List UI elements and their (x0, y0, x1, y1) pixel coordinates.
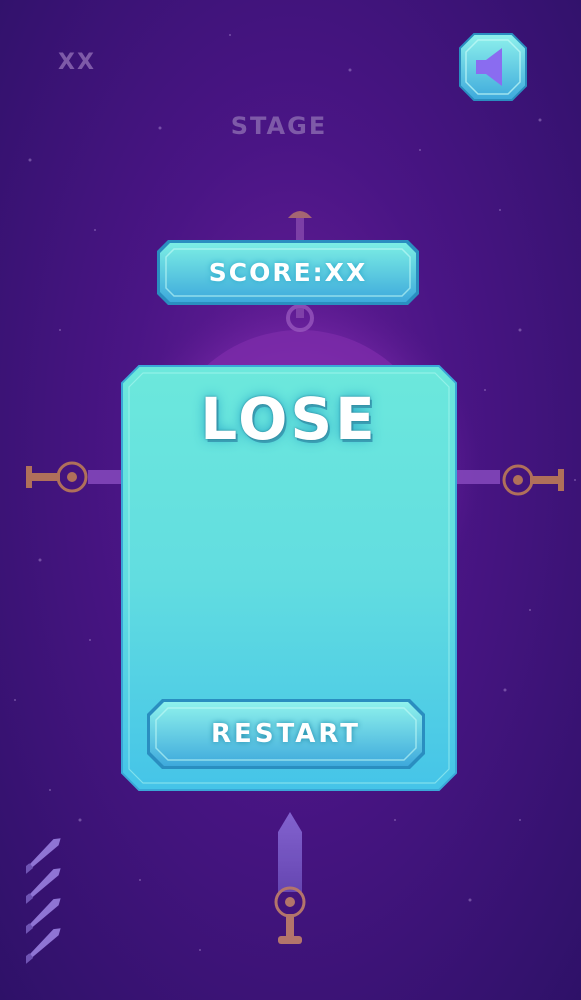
stuck-knife-left (26, 461, 126, 493)
knife-icon (26, 928, 61, 966)
level-counter: XX (58, 50, 96, 75)
score-display: SCORE:XX (208, 258, 368, 287)
restart-button[interactable] (146, 698, 426, 770)
stage-label: STAGE (230, 112, 328, 140)
restart-button-frame (147, 699, 425, 769)
knives-remaining-indicator (26, 838, 61, 966)
sound-toggle-button[interactable] (458, 32, 528, 102)
result-title: LOSE (200, 385, 378, 453)
player-knife (274, 812, 306, 944)
speaker-icon (476, 48, 502, 86)
game-screen: XX STAGE SCORE:XX LOSE RESTART (0, 0, 581, 1000)
